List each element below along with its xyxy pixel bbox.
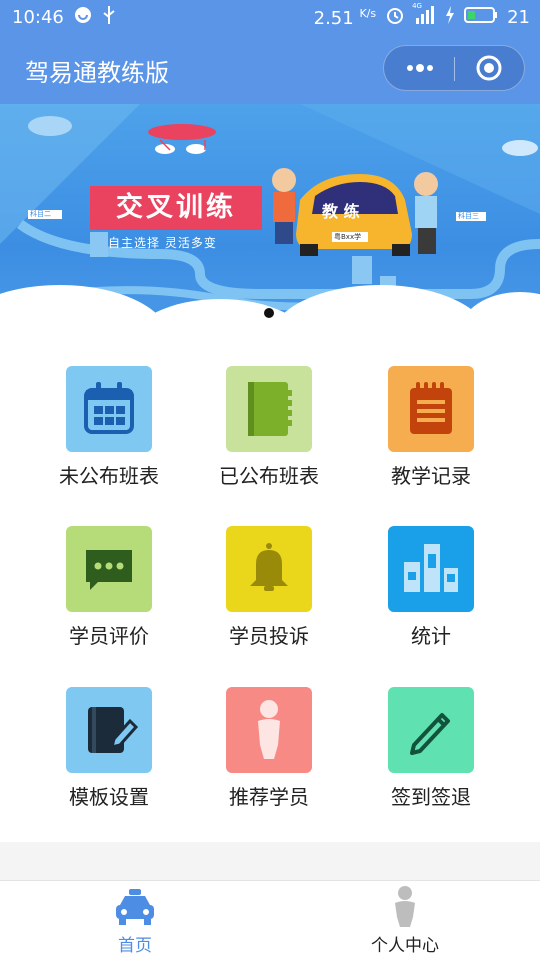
target-icon xyxy=(476,55,502,81)
grid-item-label: 推荐学员 xyxy=(229,785,309,809)
grid-item-student-complaints[interactable]: 学员投诉 xyxy=(190,526,350,666)
grid-item-label: 学员评价 xyxy=(69,624,149,648)
grid-item-label: 统计 xyxy=(411,624,451,648)
tab-home[interactable]: 首页 xyxy=(0,881,270,961)
function-grid: 未公布班表 已公布班表 教学记录 学员评价 学员投诉 统计 模板设置 推荐学员 … xyxy=(0,340,540,842)
car-windshield-text: 教 练 xyxy=(322,202,360,221)
grid-item-label: 教学记录 xyxy=(391,464,471,488)
grid-item-label: 学员投诉 xyxy=(229,624,309,648)
sign-right: 科目三 xyxy=(458,212,479,220)
person-icon xyxy=(258,700,280,759)
tile-background xyxy=(226,526,312,612)
edit-note-icon xyxy=(88,707,139,753)
signal-icon: 4G xyxy=(412,2,436,30)
banner-carousel[interactable]: 交叉训练 自主选择 灵活多变 教 练 粤Bxx学 科目二 科目三 xyxy=(0,104,540,340)
notepad-icon xyxy=(410,382,452,434)
person-icon xyxy=(395,886,415,927)
bell-icon xyxy=(250,543,288,591)
nav-bar: 驾易通教练版 xyxy=(0,34,540,104)
pencil-icon xyxy=(410,713,450,755)
tile-background xyxy=(226,366,312,452)
chat-icon xyxy=(86,550,132,590)
grid-item-label: 签到签退 xyxy=(391,785,471,809)
tile-background xyxy=(388,366,474,452)
car-icon xyxy=(116,889,154,925)
more-dots-icon xyxy=(407,64,433,72)
network-speed: 2.51 K/s xyxy=(313,6,377,29)
grid-item-label: 模板设置 xyxy=(69,785,149,809)
grid-item-statistics[interactable]: 统计 xyxy=(352,526,512,666)
tile-background xyxy=(388,687,474,773)
grid-item-published-schedule[interactable]: 已公布班表 xyxy=(190,366,350,506)
grid-item-sign-in-out[interactable]: 签到签退 xyxy=(352,687,512,827)
tab-profile[interactable]: 个人中心 xyxy=(270,881,540,961)
grid-item-unpublished-schedule[interactable]: 未公布班表 xyxy=(30,366,190,506)
bar-chart-icon xyxy=(404,544,458,592)
tab-home-label: 首页 xyxy=(118,936,152,956)
grid-item-teaching-records[interactable]: 教学记录 xyxy=(352,366,512,506)
app-status-icon xyxy=(74,6,92,29)
status-time: 10:46 xyxy=(12,7,64,28)
usb-icon xyxy=(102,5,116,30)
close-button[interactable] xyxy=(474,53,504,83)
alarm-icon xyxy=(385,5,405,30)
book-icon xyxy=(248,382,292,436)
tile-background xyxy=(66,526,152,612)
carousel-indicator-dot[interactable] xyxy=(264,308,274,318)
battery-icon xyxy=(464,6,498,29)
tile-background xyxy=(226,687,312,773)
charging-icon xyxy=(445,6,455,29)
grid-item-label: 未公布班表 xyxy=(59,464,159,488)
mini-program-capsule xyxy=(383,45,525,91)
tile-background xyxy=(66,366,152,452)
car-plate: 粤Bxx学 xyxy=(334,233,362,241)
banner-title: 交叉训练 xyxy=(90,186,262,230)
grid-item-template-settings[interactable]: 模板设置 xyxy=(30,687,190,827)
banner-illustration xyxy=(0,104,540,340)
more-button[interactable] xyxy=(398,55,442,81)
banner-subtitle: 自主选择 灵活多变 xyxy=(108,236,217,250)
battery-level: 21 xyxy=(507,7,530,28)
tile-background xyxy=(388,526,474,612)
network-type: 4G xyxy=(412,2,422,10)
capsule-divider xyxy=(454,57,455,81)
grid-item-student-evaluation[interactable]: 学员评价 xyxy=(30,526,190,666)
tile-background xyxy=(66,687,152,773)
calendar-icon xyxy=(84,382,134,434)
grid-item-recommend-student[interactable]: 推荐学员 xyxy=(190,687,350,827)
grid-item-label: 已公布班表 xyxy=(219,464,319,488)
tab-profile-label: 个人中心 xyxy=(371,936,439,956)
sign-left: 科目二 xyxy=(30,210,51,218)
tab-bar: 首页 个人中心 xyxy=(0,880,540,961)
network-speed-unit: K/s xyxy=(359,6,377,20)
page-title: 驾易通教练版 xyxy=(25,59,169,87)
status-bar: 10:46 2.51 K/s 4G 21 xyxy=(0,0,540,34)
